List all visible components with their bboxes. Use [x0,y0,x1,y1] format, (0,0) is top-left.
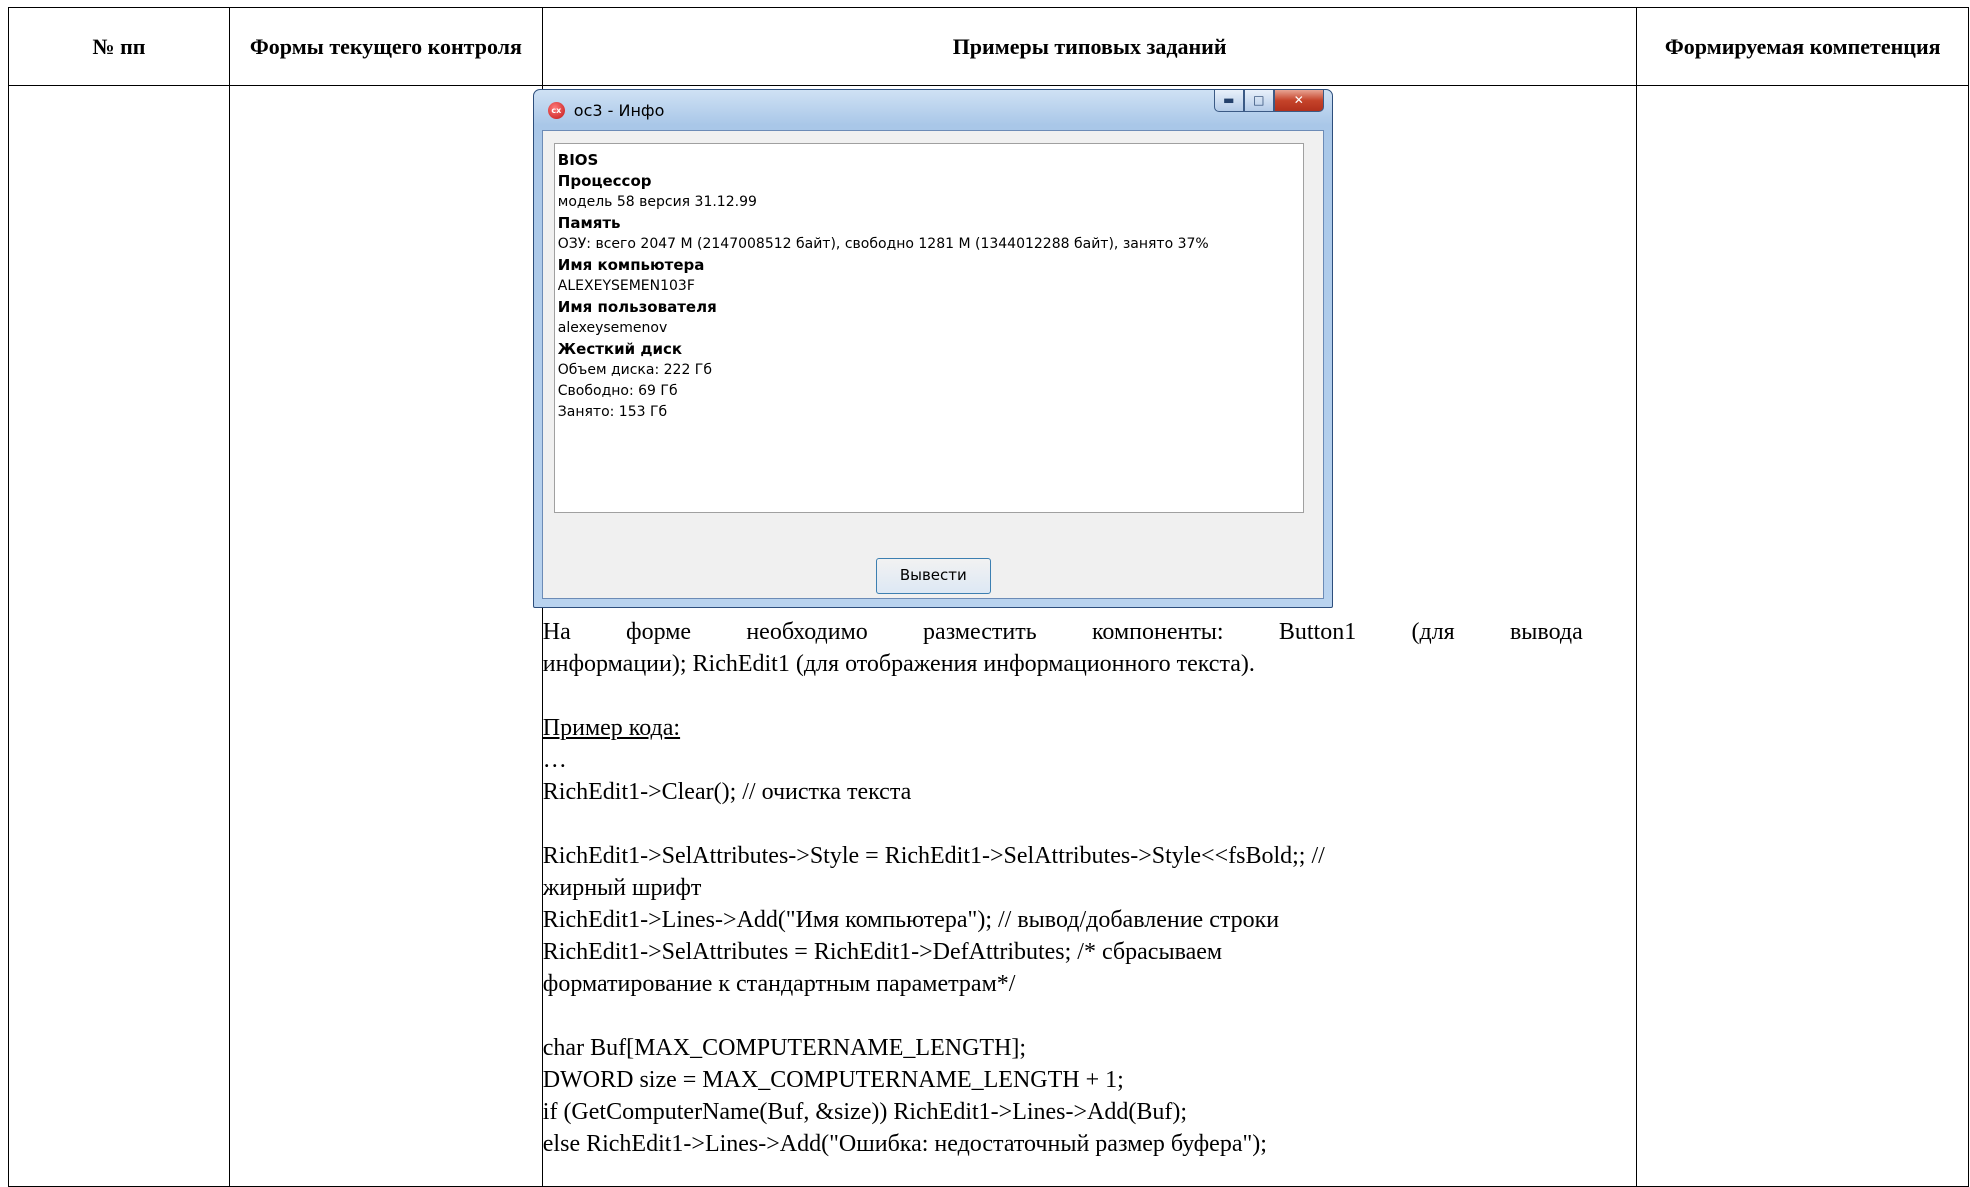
assignments-table: № пп Формы текущего контроля Примеры тип… [7,7,1969,1187]
code-line: RichEdit1->SelAttributes->Style = RichEd… [542,843,1325,869]
cell-control-form [229,85,543,1187]
code-ellipsis: … [542,747,567,773]
richedit-line: Занято: 153 Гб [557,404,668,420]
window-titlebar: cx ос3 - Инфо ▬ □ ✕ [534,90,1332,130]
header-number: № пп [7,7,231,86]
header-competence: Формируемая компетенция [1636,7,1969,86]
instruction-line-1: На форме необходимо разместить компонент… [542,619,1583,645]
richedit-line: Жесткий диск [557,340,683,358]
instruction-line-2: информации); RichEdit1 (для отображения … [542,651,1255,677]
example-label: Пример кода: [542,715,681,741]
content-row: cx ос3 - Инфо ▬ □ ✕ BIOS Процессор модель … [7,85,1969,1187]
code-line: char Buf[MAX_COMPUTERNAME_LENGTH]; [542,1035,1027,1061]
richedit-line: ОЗУ: всего 2047 М (2147008512 байт), сво… [557,236,1209,252]
code-line [543,808,1583,840]
richedit-line: Имя компьютера [557,256,705,274]
minimize-icon[interactable]: ▬ [1213,90,1244,112]
code-line: жирный шрифт [542,875,702,901]
richedit-line: Имя пользователя [557,298,717,316]
cell-competence [1636,85,1969,1187]
code-block: RichEdit1->Clear(); // очистка текста Ri… [543,776,1637,1160]
code-line: RichEdit1->SelAttributes = RichEdit1->De… [542,939,1223,965]
code-line: RichEdit1->Lines->Add("Имя компьютера");… [542,907,1280,933]
maximize-icon[interactable]: □ [1243,90,1274,112]
window-title: ос3 - Инфо [573,101,665,120]
richedit-output[interactable]: BIOS Процессор модель 58 версия 31.12.99 Па… [553,143,1304,513]
code-line: RichEdit1->Clear(); // очистка текста [542,779,912,805]
header-task-examples: Примеры типовых заданий [541,7,1638,86]
window-client-area: BIOS Процессор модель 58 версия 31.12.99 Па… [541,130,1324,599]
code-line: else RichEdit1->Lines->Add("Ошибка: недо… [542,1131,1267,1157]
info-window-screenshot: cx ос3 - Инфо ▬ □ ✕ BIOS Процессор модель … [532,89,1333,608]
richedit-line: Память [557,214,621,232]
app-icon: cx [547,102,565,119]
close-icon[interactable]: ✕ [1273,90,1324,112]
richedit-line: alexeysemenov [557,320,668,336]
richedit-line: BIOS [557,151,599,169]
code-line: DWORD size = MAX_COMPUTERNAME_LENGTH + 1… [542,1067,1124,1093]
code-line [543,1000,1583,1032]
code-line: if (GetComputerName(Buf, &size)) RichEdi… [542,1099,1188,1125]
code-line: форматирование к стандартным параметрам*… [542,971,1016,997]
richedit-line: ALEXEYSEMEN103F [557,278,695,294]
richedit-line: Процессор [557,172,652,190]
header-control-forms: Формы текущего контроля [229,7,543,86]
richedit-line: Свободно: 69 Гб [557,383,678,399]
window-controls: ▬ □ ✕ [1213,90,1324,112]
output-button[interactable]: Вывести [875,558,991,594]
richedit-line: модель 58 версия 31.12.99 [557,194,757,210]
header-row: № пп Формы текущего контроля Примеры тип… [7,7,1969,86]
cell-task-examples: cx ос3 - Инфо ▬ □ ✕ BIOS Процессор модель … [532,85,1638,1187]
richedit-line: Объем диска: 222 Гб [557,362,712,378]
cell-number [7,85,231,1187]
